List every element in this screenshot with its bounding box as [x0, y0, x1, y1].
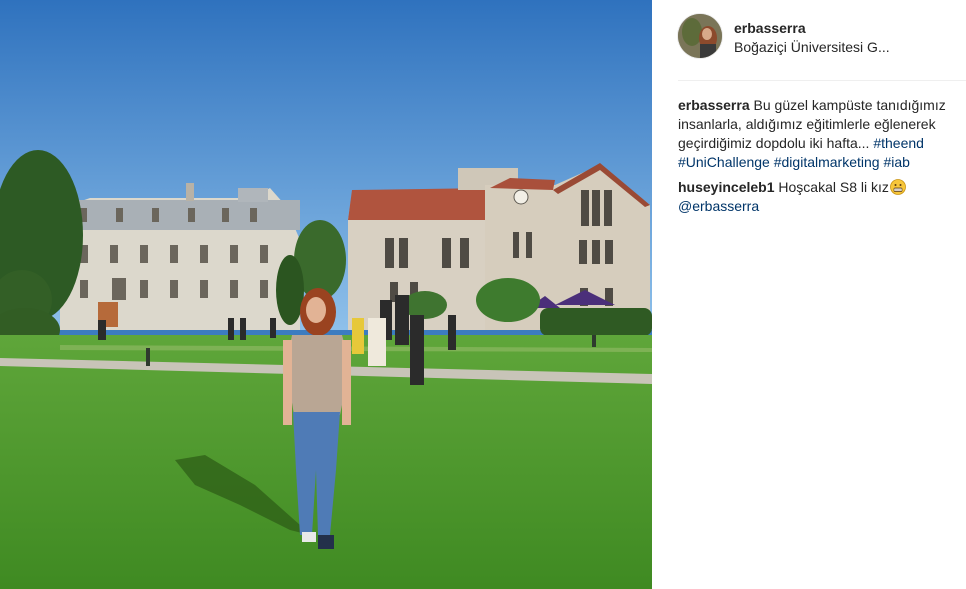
grinning-face-emoji-icon: [889, 179, 906, 195]
comment-username[interactable]: huseyinceleb1: [678, 179, 775, 195]
mention-link[interactable]: @erbasserra: [678, 198, 759, 214]
hashtag-theend[interactable]: #theend: [873, 135, 924, 151]
campus-photo-image: [0, 0, 652, 589]
post-photo[interactable]: [0, 0, 652, 589]
post-side-panel: erbasserra Boğaziçi Üniversitesi G... er…: [652, 0, 966, 589]
left-building: [60, 183, 300, 330]
caption-comment: erbasserra Bu güzel kampüste tanıdığımız…: [678, 96, 966, 172]
header-divider: [678, 80, 966, 81]
caption-username[interactable]: erbasserra: [678, 97, 750, 113]
avatar-image: [678, 14, 722, 58]
hashtag-unichallenge[interactable]: #UniChallenge: [678, 154, 770, 170]
hashtag-iab[interactable]: #iab: [883, 154, 909, 170]
post-author-username[interactable]: erbasserra: [734, 20, 806, 36]
comment-text: Hoşcakal S8 li kız: [778, 179, 889, 195]
hashtag-digitalmarketing[interactable]: #digitalmarketing: [774, 154, 880, 170]
comments-list: erbasserra Bu güzel kampüste tanıdığımız…: [678, 96, 966, 222]
post-header: erbasserra Boğaziçi Üniversitesi G...: [678, 14, 966, 60]
list-item: huseyinceleb1 Hoşcakal S8 li kız @erbass…: [678, 178, 966, 216]
avatar[interactable]: [678, 14, 722, 58]
post-location-link[interactable]: Boğaziçi Üniversitesi G...: [734, 39, 954, 55]
